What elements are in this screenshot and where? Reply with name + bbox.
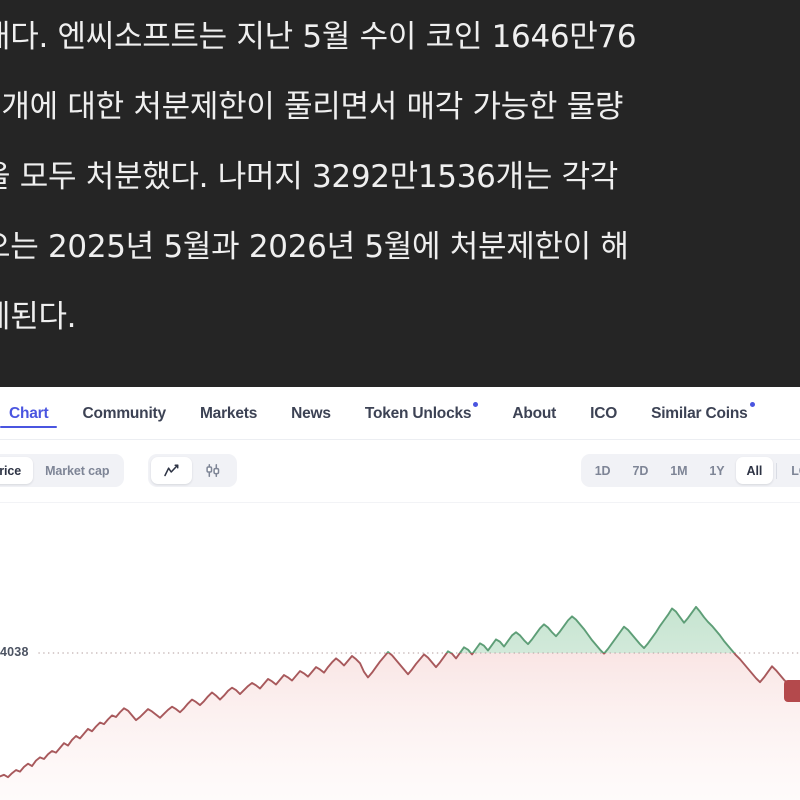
range-option-1d[interactable]: 1D — [584, 457, 622, 484]
time-range-toggle-group: 1D 7D 1M 1Y All LOG — [580, 454, 800, 487]
chart-toolbar: Price Market cap — [0, 440, 800, 502]
tab-label: About — [512, 405, 557, 422]
screenshot-root: 개다. 엔씨소프트는 지난 5월 수이 코인 1646만76 8개에 대한 처분… — [0, 0, 800, 800]
tab-label: Community — [82, 405, 166, 422]
tab-label: Token Unlocks — [364, 405, 472, 422]
range-option-log[interactable]: LOG — [780, 457, 800, 484]
tab-label: Markets — [199, 405, 258, 422]
range-option-7d[interactable]: 7D — [621, 457, 659, 484]
tab-bar: Chart Community Markets News Token Unloc… — [0, 387, 800, 440]
tab-about[interactable]: About — [495, 387, 573, 439]
article-line: 8개에 대한 처분제한이 풀리면서 매각 가능한 물량 — [0, 89, 624, 125]
notification-dot-icon — [749, 402, 755, 407]
metric-option-price[interactable]: Price — [0, 457, 34, 484]
tab-list: Chart Community Markets News Token Unloc… — [0, 387, 772, 439]
price-chart-canvas — [0, 605, 800, 800]
tab-news[interactable]: News — [274, 387, 348, 439]
article-line: 개다. 엔씨소프트는 지난 5월 수이 코인 1646만76 — [0, 19, 637, 55]
chart-type-toggle-group — [148, 454, 237, 487]
price-chart[interactable]: 4038 — [0, 502, 800, 800]
reference-line-value-label: 4038 — [0, 642, 37, 662]
candlestick-chart-icon[interactable] — [192, 457, 234, 484]
tab-label: Similar Coins — [651, 405, 748, 422]
tab-chart[interactable]: Chart — [0, 387, 65, 439]
tab-token-unlocks[interactable]: Token Unlocks — [348, 387, 496, 439]
tab-label: ICO — [590, 405, 618, 422]
tab-community[interactable]: Community — [65, 387, 182, 439]
range-option-1y[interactable]: 1Y — [698, 457, 735, 484]
range-option-1m[interactable]: 1M — [659, 457, 698, 484]
article-line: 오는 2025년 5월과 2026년 5월에 처분제한이 해 — [0, 229, 629, 265]
range-option-all[interactable]: All — [735, 457, 774, 484]
tab-label: Chart — [9, 405, 49, 422]
metric-toggle-group: Price Market cap — [0, 454, 125, 487]
metric-option-market-cap[interactable]: Market cap — [33, 457, 121, 484]
line-chart-icon[interactable] — [151, 457, 192, 484]
tab-ico[interactable]: ICO — [573, 387, 634, 439]
article-line: 을 모두 처분했다. 나머지 3292만1536개는 각각 — [0, 159, 619, 195]
article-line: 제된다. — [0, 299, 77, 335]
coin-detail-panel: Chart Community Markets News Token Unloc… — [0, 387, 800, 800]
tab-markets[interactable]: Markets — [183, 387, 274, 439]
active-tab-indicator — [0, 425, 58, 428]
toolbar-divider — [776, 462, 778, 479]
notification-dot-icon — [473, 402, 479, 407]
article-paragraph: 개다. 엔씨소프트는 지난 5월 수이 코인 1646만76 8개에 대한 처분… — [0, 2, 800, 352]
tab-label: News — [291, 405, 331, 422]
tab-similar-coins[interactable]: Similar Coins — [634, 387, 771, 439]
article-text-block: 개다. 엔씨소프트는 지난 5월 수이 코인 1646만76 8개에 대한 처분… — [0, 0, 800, 387]
current-price-badge — [784, 679, 800, 702]
